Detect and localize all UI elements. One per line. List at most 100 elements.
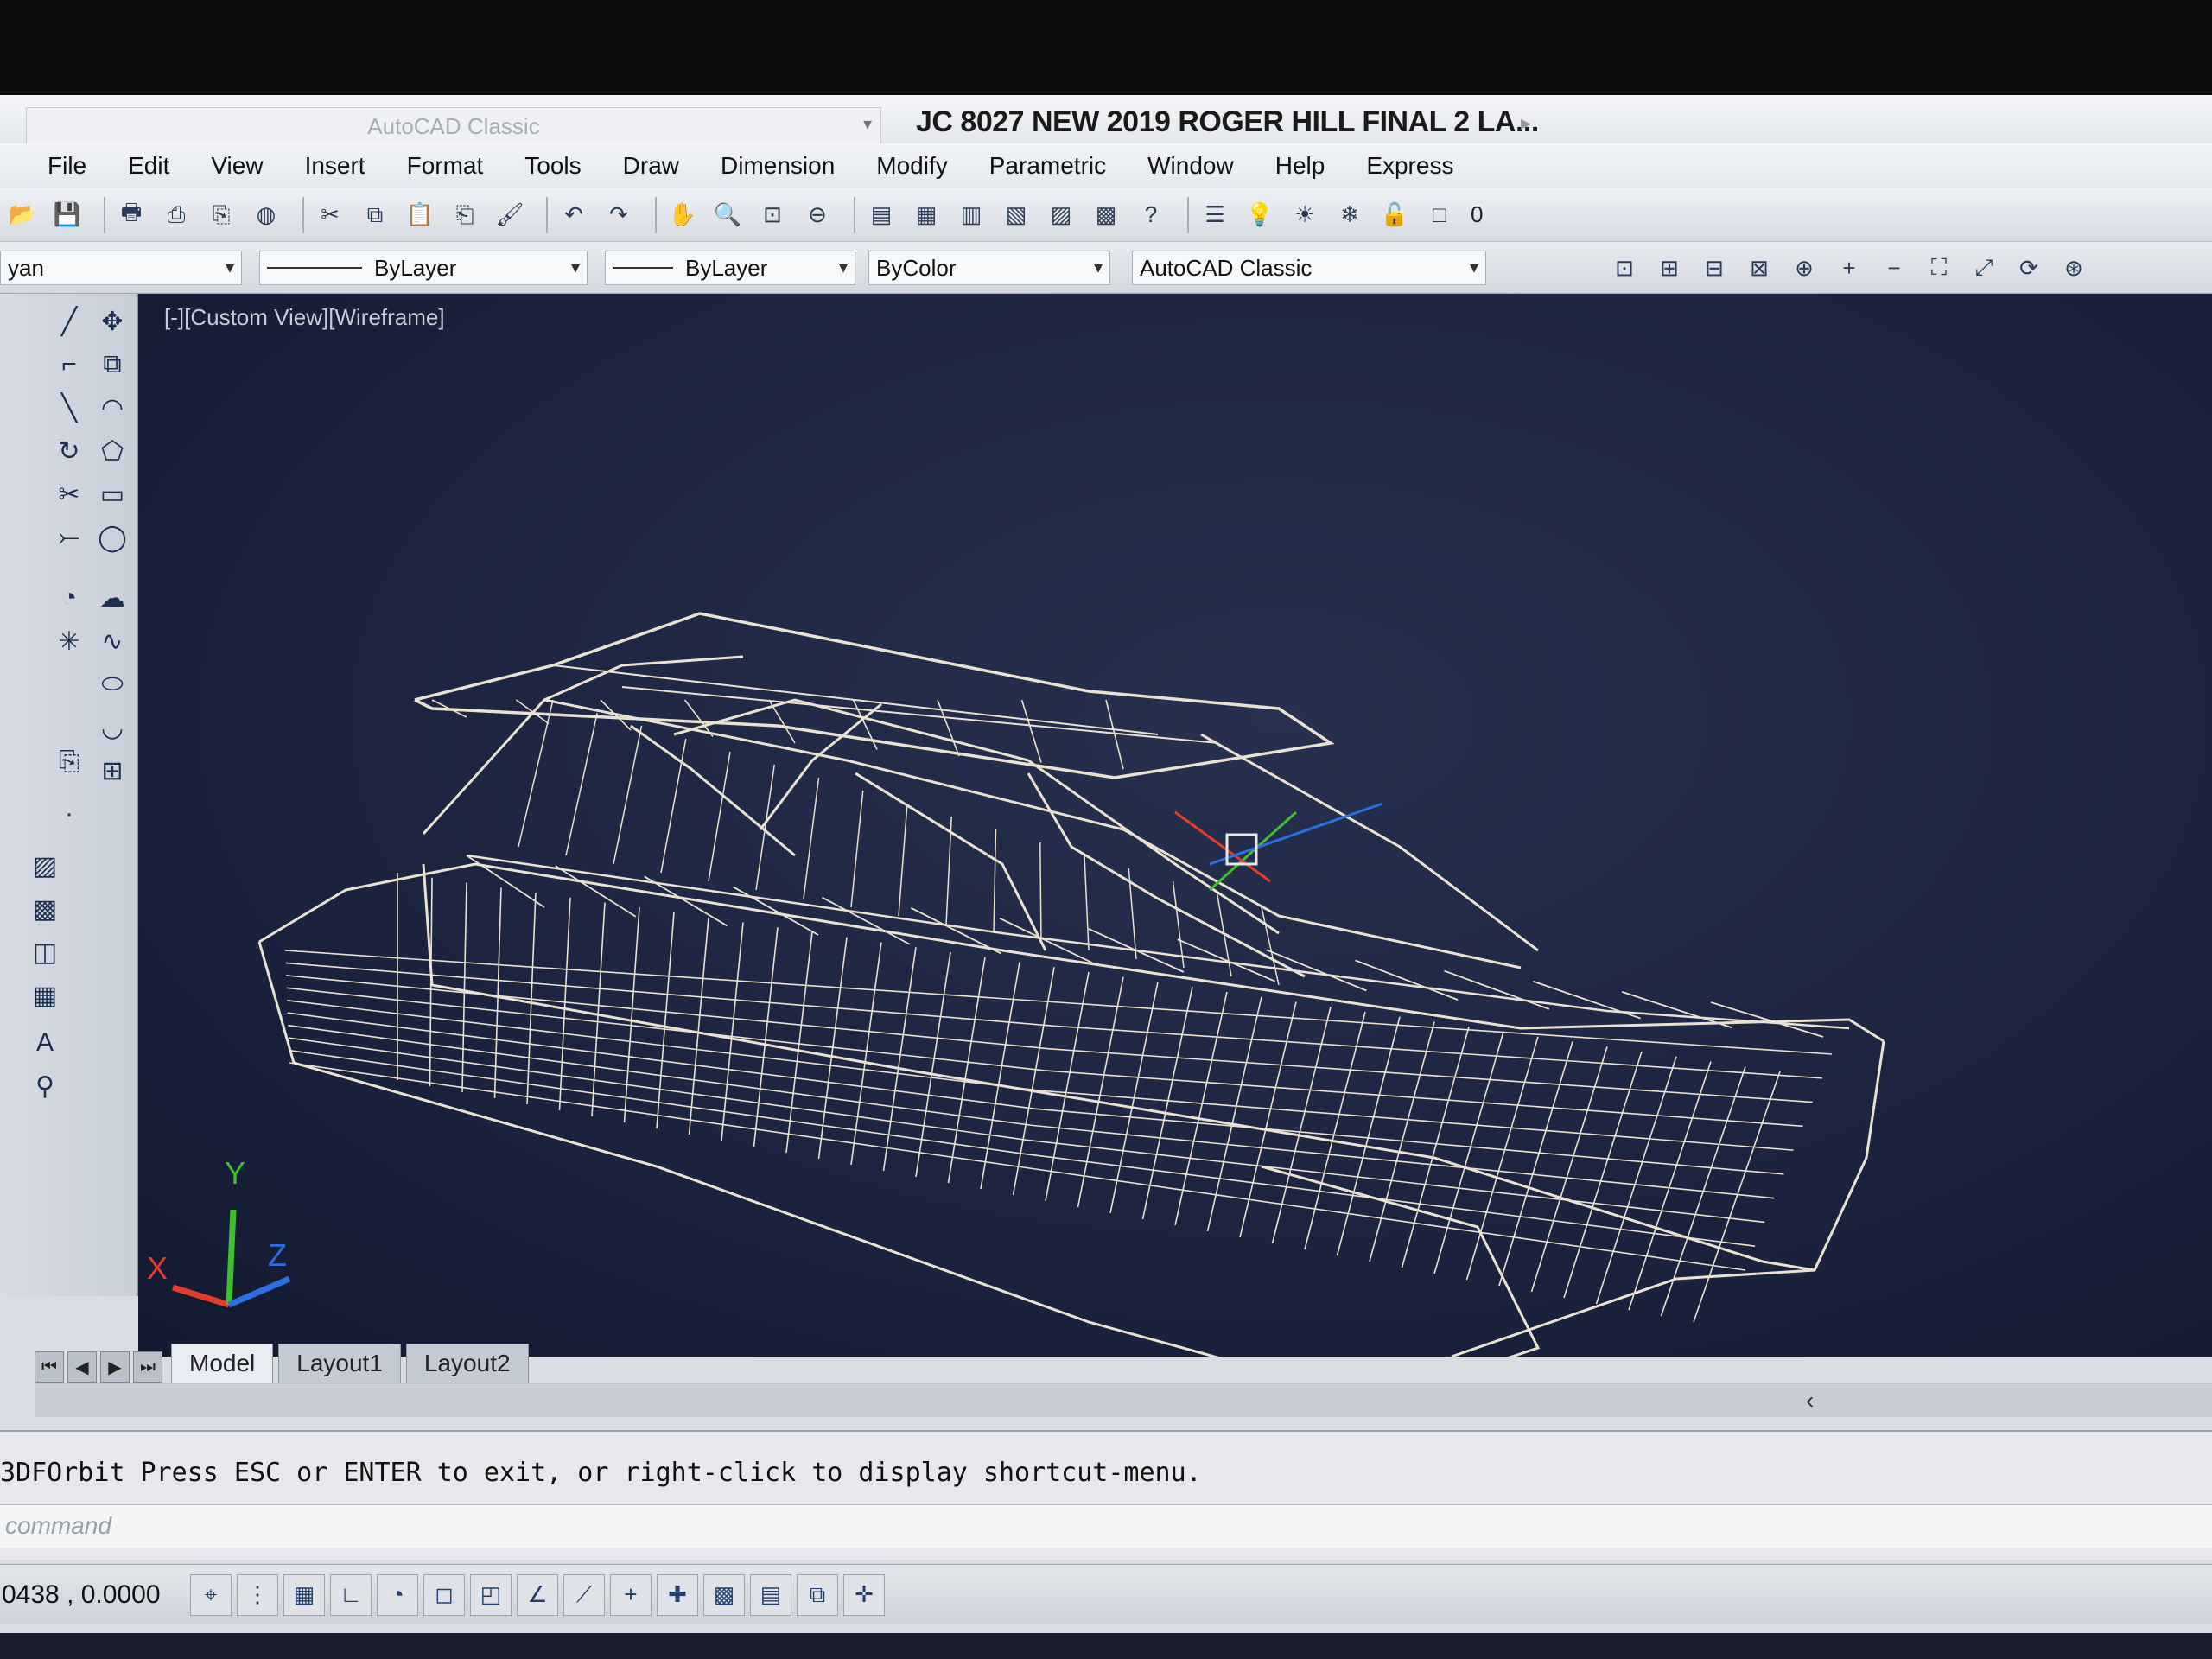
polygon-icon[interactable]: ⬠ — [93, 432, 131, 470]
menu-edit[interactable]: Edit — [128, 152, 169, 180]
ortho-mode-icon[interactable]: ∟ — [330, 1573, 372, 1616]
zoom-all-icon[interactable]: ⛶ — [1922, 251, 1956, 285]
dynamic-ucs-icon[interactable]: ⟋ — [563, 1573, 605, 1616]
hatch-icon[interactable]: ▨ — [26, 847, 64, 885]
tab-layout1[interactable]: Layout1 — [278, 1344, 401, 1382]
arc-icon[interactable]: ◠ — [93, 389, 131, 427]
markup-icon[interactable]: ▨ — [1044, 198, 1078, 232]
zoom-object-icon[interactable]: ⊕ — [1787, 251, 1821, 285]
layer-freeze-icon[interactable]: ❄ — [1332, 198, 1367, 232]
menu-parametric[interactable]: Parametric — [989, 152, 1106, 180]
zoom-out-icon[interactable]: − — [1877, 251, 1911, 285]
xline-icon[interactable]: ╲ — [50, 389, 88, 427]
paste-icon[interactable]: 📋 — [403, 198, 437, 232]
add-selected-icon[interactable]: ⚲ — [26, 1067, 64, 1105]
extend-icon[interactable]: ⤚ — [50, 518, 88, 556]
menu-format[interactable]: Format — [407, 152, 484, 180]
sheet-set-icon[interactable]: ▧ — [999, 198, 1033, 232]
open-icon[interactable]: 📂 — [5, 198, 40, 232]
infer-constraints-icon[interactable]: ⌖ — [190, 1573, 232, 1616]
calculator-icon[interactable]: ▩ — [1089, 198, 1123, 232]
grid-display-icon[interactable]: ▦ — [283, 1573, 325, 1616]
region-icon[interactable]: ◫ — [26, 933, 64, 971]
rotate-icon[interactable]: ↻ — [50, 432, 88, 470]
properties-icon[interactable]: ▤ — [864, 198, 899, 232]
color-dropdown[interactable]: yan ▾ — [0, 251, 242, 285]
copy-object-icon[interactable]: ⧉ — [93, 346, 131, 384]
line-icon[interactable]: ╱ — [50, 302, 88, 340]
tool-palettes-icon[interactable]: ▥ — [954, 198, 988, 232]
menu-express[interactable]: Express — [1366, 152, 1453, 180]
print-preview-icon[interactable]: ⎙ — [159, 198, 194, 232]
tab-layout2[interactable]: Layout2 — [405, 1344, 529, 1382]
dynamic-input-icon[interactable]: + — [610, 1573, 652, 1616]
snap-mode-icon[interactable]: ⋮ — [237, 1573, 278, 1616]
trim-icon[interactable]: ✂ — [50, 475, 88, 513]
save-icon[interactable]: 💾 — [50, 198, 85, 232]
polar-tracking-icon[interactable]: ◔ — [377, 1573, 418, 1616]
zoom-center-icon[interactable]: ⊠ — [1742, 251, 1777, 285]
layer-color-swatch-icon[interactable]: □ — [1422, 198, 1457, 232]
circle-icon[interactable]: ◯ — [93, 518, 131, 556]
orbit-icon[interactable]: ⟳ — [2012, 251, 2046, 285]
undo-icon[interactable]: ↶ — [556, 198, 591, 232]
menu-view[interactable]: View — [211, 152, 263, 180]
zoom-in-icon[interactable]: + — [1832, 251, 1866, 285]
object-snap-icon[interactable]: ◻ — [423, 1573, 465, 1616]
menu-draw[interactable]: Draw — [623, 152, 679, 180]
rectangle-icon[interactable]: ▭ — [93, 475, 131, 513]
zoom-window-icon[interactable]: ⊡ — [755, 198, 790, 232]
match-properties-icon[interactable]: 🖌 — [493, 198, 527, 232]
redo-icon[interactable]: ↷ — [601, 198, 636, 232]
zoom-realtime-icon[interactable]: 🔍 — [710, 198, 745, 232]
sun-icon[interactable]: ☀ — [1287, 198, 1322, 232]
cut-icon[interactable]: ✂ — [313, 198, 347, 232]
drawing-viewport[interactable]: [-][Custom View][Wireframe] YXZ — [138, 294, 2212, 1357]
fillet-icon[interactable]: ◔ — [50, 579, 88, 617]
spline-icon[interactable]: ∿ — [93, 622, 131, 660]
scroll-left-icon[interactable]: ‹ — [1806, 1387, 1814, 1414]
menu-dimension[interactable]: Dimension — [721, 152, 835, 180]
ellipse-icon[interactable]: ⬭ — [93, 665, 131, 703]
copy-icon[interactable]: ⧉ — [358, 198, 392, 232]
lock-icon[interactable]: 🔓 — [1377, 198, 1412, 232]
selection-cycling-icon[interactable]: ⧉ — [797, 1573, 838, 1616]
menu-modify[interactable]: Modify — [876, 152, 947, 180]
last-tab-icon[interactable]: ⏭ — [133, 1351, 162, 1382]
help-icon[interactable]: ? — [1134, 198, 1168, 232]
table-icon[interactable]: ▦ — [26, 976, 64, 1014]
make-block-icon[interactable]: ⊞ — [93, 752, 131, 790]
menu-file[interactable]: File — [48, 152, 86, 180]
revcloud-icon[interactable]: ☁ — [93, 579, 131, 617]
menu-insert[interactable]: Insert — [305, 152, 365, 180]
lineweight-dropdown[interactable]: ByLayer ▾ — [605, 251, 855, 285]
workspace-switcher[interactable]: AutoCAD Classic ▾ — [26, 107, 881, 145]
multiline-text-icon[interactable]: A — [26, 1024, 64, 1062]
globe-icon[interactable]: ◍ — [249, 198, 283, 232]
workspace-dropdown[interactable]: AutoCAD Classic ▾ — [1132, 251, 1486, 285]
design-center-icon[interactable]: ▦ — [909, 198, 944, 232]
zoom-previous-icon[interactable]: ⊖ — [800, 198, 835, 232]
ellipse-arc-icon[interactable]: ◡ — [93, 709, 131, 747]
insert-block-icon[interactable]: ⎘ — [50, 743, 88, 781]
polyline-icon[interactable]: ⌐ — [50, 346, 88, 384]
plotstyle-dropdown[interactable]: ByColor ▾ — [868, 251, 1110, 285]
object-snap-tracking-icon[interactable]: ∠ — [517, 1573, 558, 1616]
layer-properties-icon[interactable]: ☰ — [1198, 198, 1232, 232]
move-icon[interactable]: ✥ — [93, 302, 131, 340]
explode-icon[interactable]: ✳ — [50, 622, 88, 660]
free-orbit-icon[interactable]: ⊛ — [2056, 251, 2091, 285]
gradient-icon[interactable]: ▩ — [26, 890, 64, 928]
annotation-monitor-icon[interactable]: ✛ — [843, 1573, 885, 1616]
zoom-extents-icon[interactable]: ⤢ — [1967, 251, 2001, 285]
zoom-scale-icon[interactable]: ⊟ — [1697, 251, 1732, 285]
zoom-dynamic-icon[interactable]: ⊞ — [1652, 251, 1687, 285]
transparency-icon[interactable]: ▩ — [703, 1573, 745, 1616]
quick-properties-icon[interactable]: ▤ — [750, 1573, 791, 1616]
lightbulb-icon[interactable]: 💡 — [1243, 198, 1277, 232]
publish-icon[interactable]: ⎘ — [204, 198, 238, 232]
first-tab-icon[interactable]: ⏮ — [35, 1351, 64, 1382]
next-tab-icon[interactable]: ▶ — [100, 1351, 130, 1382]
menu-window[interactable]: Window — [1147, 152, 1234, 180]
zoom-window-icon[interactable]: ⊡ — [1607, 251, 1642, 285]
